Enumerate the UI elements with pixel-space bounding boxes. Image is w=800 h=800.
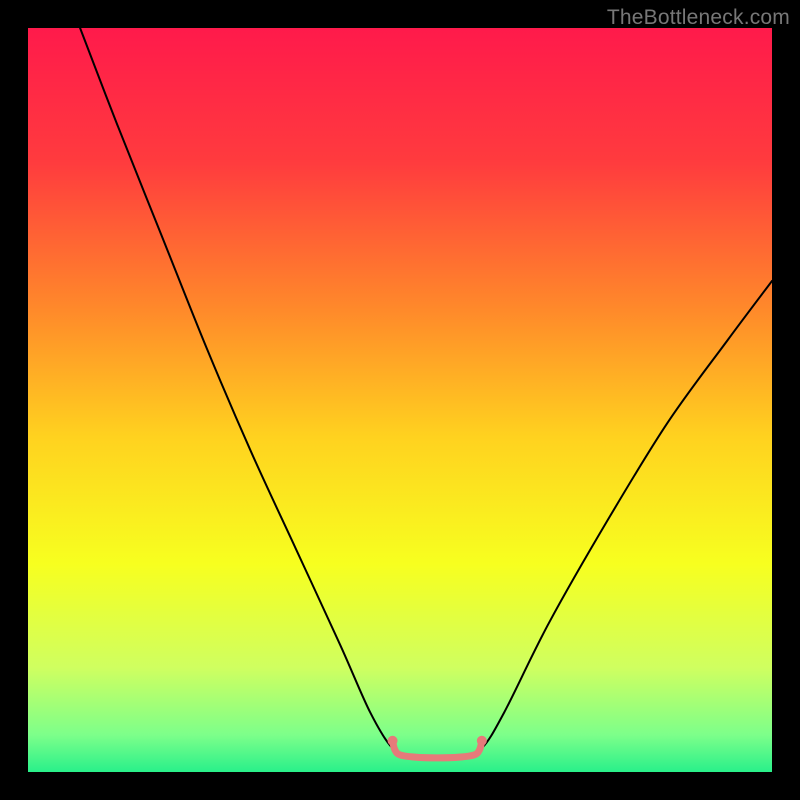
watermark-text: TheBottleneck.com: [607, 6, 790, 30]
plot-area: [28, 28, 772, 772]
optimal-left-endpoint: [388, 736, 398, 746]
gradient-background: [28, 28, 772, 772]
optimal-right-endpoint: [477, 736, 487, 746]
chart-svg: [28, 28, 772, 772]
chart-frame: TheBottleneck.com: [0, 0, 800, 800]
